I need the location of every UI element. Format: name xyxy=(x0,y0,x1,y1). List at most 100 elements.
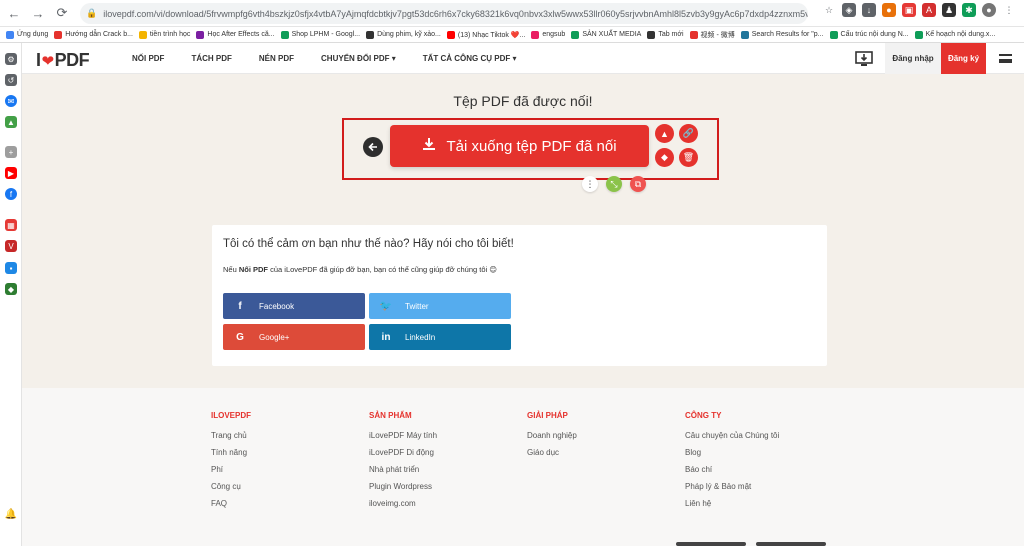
bookmark-item[interactable]: Ứng dụng xyxy=(6,30,48,39)
footer-link[interactable]: iLovePDF Máy tính xyxy=(369,430,437,447)
footer-link[interactable]: Phí xyxy=(211,464,251,481)
facebook-share-button[interactable]: f Facebook xyxy=(223,293,365,319)
app-icon[interactable]: ▪ xyxy=(5,262,17,274)
bookmark-label: Dùng phim, kỹ xảo... xyxy=(377,31,441,38)
logo-text: PDF xyxy=(54,50,90,70)
shield-icon[interactable]: ◈ xyxy=(842,3,856,17)
twitter-share-button[interactable]: 🐦 Twitter xyxy=(369,293,511,319)
extension-icon[interactable]: ● xyxy=(882,3,896,17)
footer-link[interactable]: iLovePDF Di động xyxy=(369,447,437,464)
dropbox-icon[interactable]: ◆ xyxy=(655,148,674,167)
game-icon[interactable]: ▲ xyxy=(5,116,17,128)
linkedin-icon: in xyxy=(381,331,391,343)
bookmark-icon xyxy=(740,30,749,39)
app-store-badge[interactable] xyxy=(676,542,746,546)
footer-link[interactable]: Tính năng xyxy=(211,447,251,464)
app-icon[interactable]: ▦ xyxy=(5,219,17,231)
share-card: Tôi có thể cảm ơn bạn như thế nào? Hãy n… xyxy=(212,225,827,366)
download-button[interactable]: Tải xuống tệp PDF đã nối xyxy=(390,125,649,167)
facebook-icon[interactable]: f xyxy=(5,188,17,200)
back-arrow-icon[interactable]: ← xyxy=(4,3,24,23)
menu-dots-icon[interactable]: ⋮ xyxy=(1002,3,1016,17)
app-icon[interactable]: ◆ xyxy=(5,283,17,295)
footer-link[interactable]: Báo chí xyxy=(685,464,779,481)
footer-link[interactable]: Liên hệ xyxy=(685,498,779,515)
bell-icon[interactable]: 🔔 xyxy=(5,508,17,520)
avatar-icon[interactable]: ● xyxy=(982,3,996,17)
footer-column-solutions: GIẢI PHÁP Doanh nghiệp Giáo dục xyxy=(527,411,577,464)
facebook-icon: f xyxy=(238,300,242,312)
bookmark-item[interactable]: 视频 - 微博 xyxy=(689,30,735,40)
bookmark-label: Kế hoạch nội dung.x... xyxy=(925,31,996,38)
nav-all-tools[interactable]: TẤT CẢ CÔNG CỤ PDF ▾ xyxy=(423,54,517,63)
footer-link[interactable]: iloveimg.com xyxy=(369,498,437,515)
address-bar[interactable]: 🔒 ilovepdf.com/vi/download/5frvwmpfg6vth… xyxy=(80,3,808,24)
download-icon xyxy=(422,137,436,155)
bookmark-item[interactable]: (13) Nhạc Tiktok ❤️... xyxy=(446,30,525,39)
link-icon[interactable]: 🔗 xyxy=(679,124,698,143)
compress-tool-icon[interactable]: ⤡ xyxy=(606,176,622,192)
nav-merge-pdf[interactable]: NỐI PDF xyxy=(132,54,164,63)
footer-link[interactable]: FAQ xyxy=(211,498,251,515)
bookmark-item[interactable]: Shop LPHM - Googl... xyxy=(280,30,360,39)
bookmark-item[interactable]: engsub xyxy=(531,30,565,39)
bookmark-icon xyxy=(280,30,289,39)
site-footer: ILOVEPDF Trang chủ Tính năng Phí Công cụ… xyxy=(22,388,1024,546)
footer-heading: GIẢI PHÁP xyxy=(527,411,568,420)
bookmark-item[interactable]: Dùng phim, kỹ xảo... xyxy=(366,30,441,39)
extension-icon[interactable]: ♟ xyxy=(942,3,956,17)
nav-split-pdf[interactable]: TÁCH PDF xyxy=(191,54,231,63)
bookmark-item[interactable]: Học After Effects că... xyxy=(196,30,275,39)
footer-link[interactable]: Plugin Wordpress xyxy=(369,481,437,498)
footer-link[interactable]: Nhà phát triển xyxy=(369,464,437,481)
trash-icon[interactable]: 🗑 xyxy=(679,148,698,167)
bookmark-item[interactable]: Hướng dẫn Crack b... xyxy=(54,30,133,39)
google-plus-share-button[interactable]: G Google+ xyxy=(223,324,365,350)
messenger-icon[interactable]: ✉ xyxy=(5,95,17,107)
google-drive-icon[interactable]: ▲ xyxy=(655,124,674,143)
puzzle-icon[interactable]: ✱ xyxy=(962,3,976,17)
footer-link[interactable]: Pháp lý & Bảo mật xyxy=(685,481,779,498)
twitter-icon: 🐦 xyxy=(379,300,393,312)
nav-convert-pdf[interactable]: CHUYỂN ĐỔI PDF ▾ xyxy=(321,54,396,63)
footer-link[interactable]: Công cụ xyxy=(211,481,251,498)
play-store-badge[interactable] xyxy=(756,542,826,546)
desktop-download-icon[interactable] xyxy=(853,50,875,68)
linkedin-share-button[interactable]: in LinkedIn xyxy=(369,324,511,350)
split-tool-icon[interactable]: ⧉ xyxy=(630,176,646,192)
bookmark-item[interactable]: Tab mới xyxy=(647,30,684,39)
bookmark-label: Tab mới xyxy=(658,31,684,38)
bookmark-item[interactable]: SẢN XUẤT MEDIA xyxy=(571,30,641,39)
youtube-icon[interactable]: ▶ xyxy=(5,167,17,179)
bookmark-item[interactable]: tiền trình học xyxy=(138,30,190,39)
forward-arrow-icon[interactable]: → xyxy=(28,3,48,23)
settings-icon[interactable]: ⚙ xyxy=(5,53,17,65)
footer-link[interactable]: Câu chuyện của Chúng tôi xyxy=(685,430,779,447)
bookmark-icon xyxy=(366,30,375,39)
more-options-icon[interactable]: ⋮ xyxy=(582,176,598,192)
bookmark-item[interactable]: Cấu trúc nội dung N... xyxy=(829,30,909,39)
footer-link[interactable]: Blog xyxy=(685,447,779,464)
history-icon[interactable]: ↺ xyxy=(5,74,17,86)
add-icon[interactable]: + xyxy=(5,146,17,158)
extension-icon[interactable]: A xyxy=(922,3,936,17)
menu-icon[interactable] xyxy=(986,43,1024,74)
footer-link[interactable]: Giáo dục xyxy=(527,447,577,464)
signup-button[interactable]: Đăng ký xyxy=(941,43,986,74)
extension-icon[interactable]: ▣ xyxy=(902,3,916,17)
ilovepdf-logo[interactable]: I ❤ PDF xyxy=(36,50,90,71)
footer-link[interactable]: Trang chủ xyxy=(211,430,251,447)
heart-icon: ❤ xyxy=(41,52,55,70)
back-button[interactable] xyxy=(363,137,383,157)
nav-compress-pdf[interactable]: NÉN PDF xyxy=(259,54,294,63)
bookmark-icon xyxy=(647,30,656,39)
vtv-icon[interactable]: V xyxy=(5,240,17,252)
reload-icon[interactable]: ⟳ xyxy=(52,3,72,23)
bookmark-icon xyxy=(138,30,147,39)
bookmark-item[interactable]: Search Results for "p... xyxy=(740,30,824,39)
download-icon[interactable]: ↓ xyxy=(862,3,876,17)
star-icon[interactable]: ☆ xyxy=(822,3,836,17)
bookmark-item[interactable]: Kế hoạch nội dung.x... xyxy=(914,30,996,39)
login-button[interactable]: Đăng nhập xyxy=(885,43,941,74)
footer-link[interactable]: Doanh nghiệp xyxy=(527,430,577,447)
